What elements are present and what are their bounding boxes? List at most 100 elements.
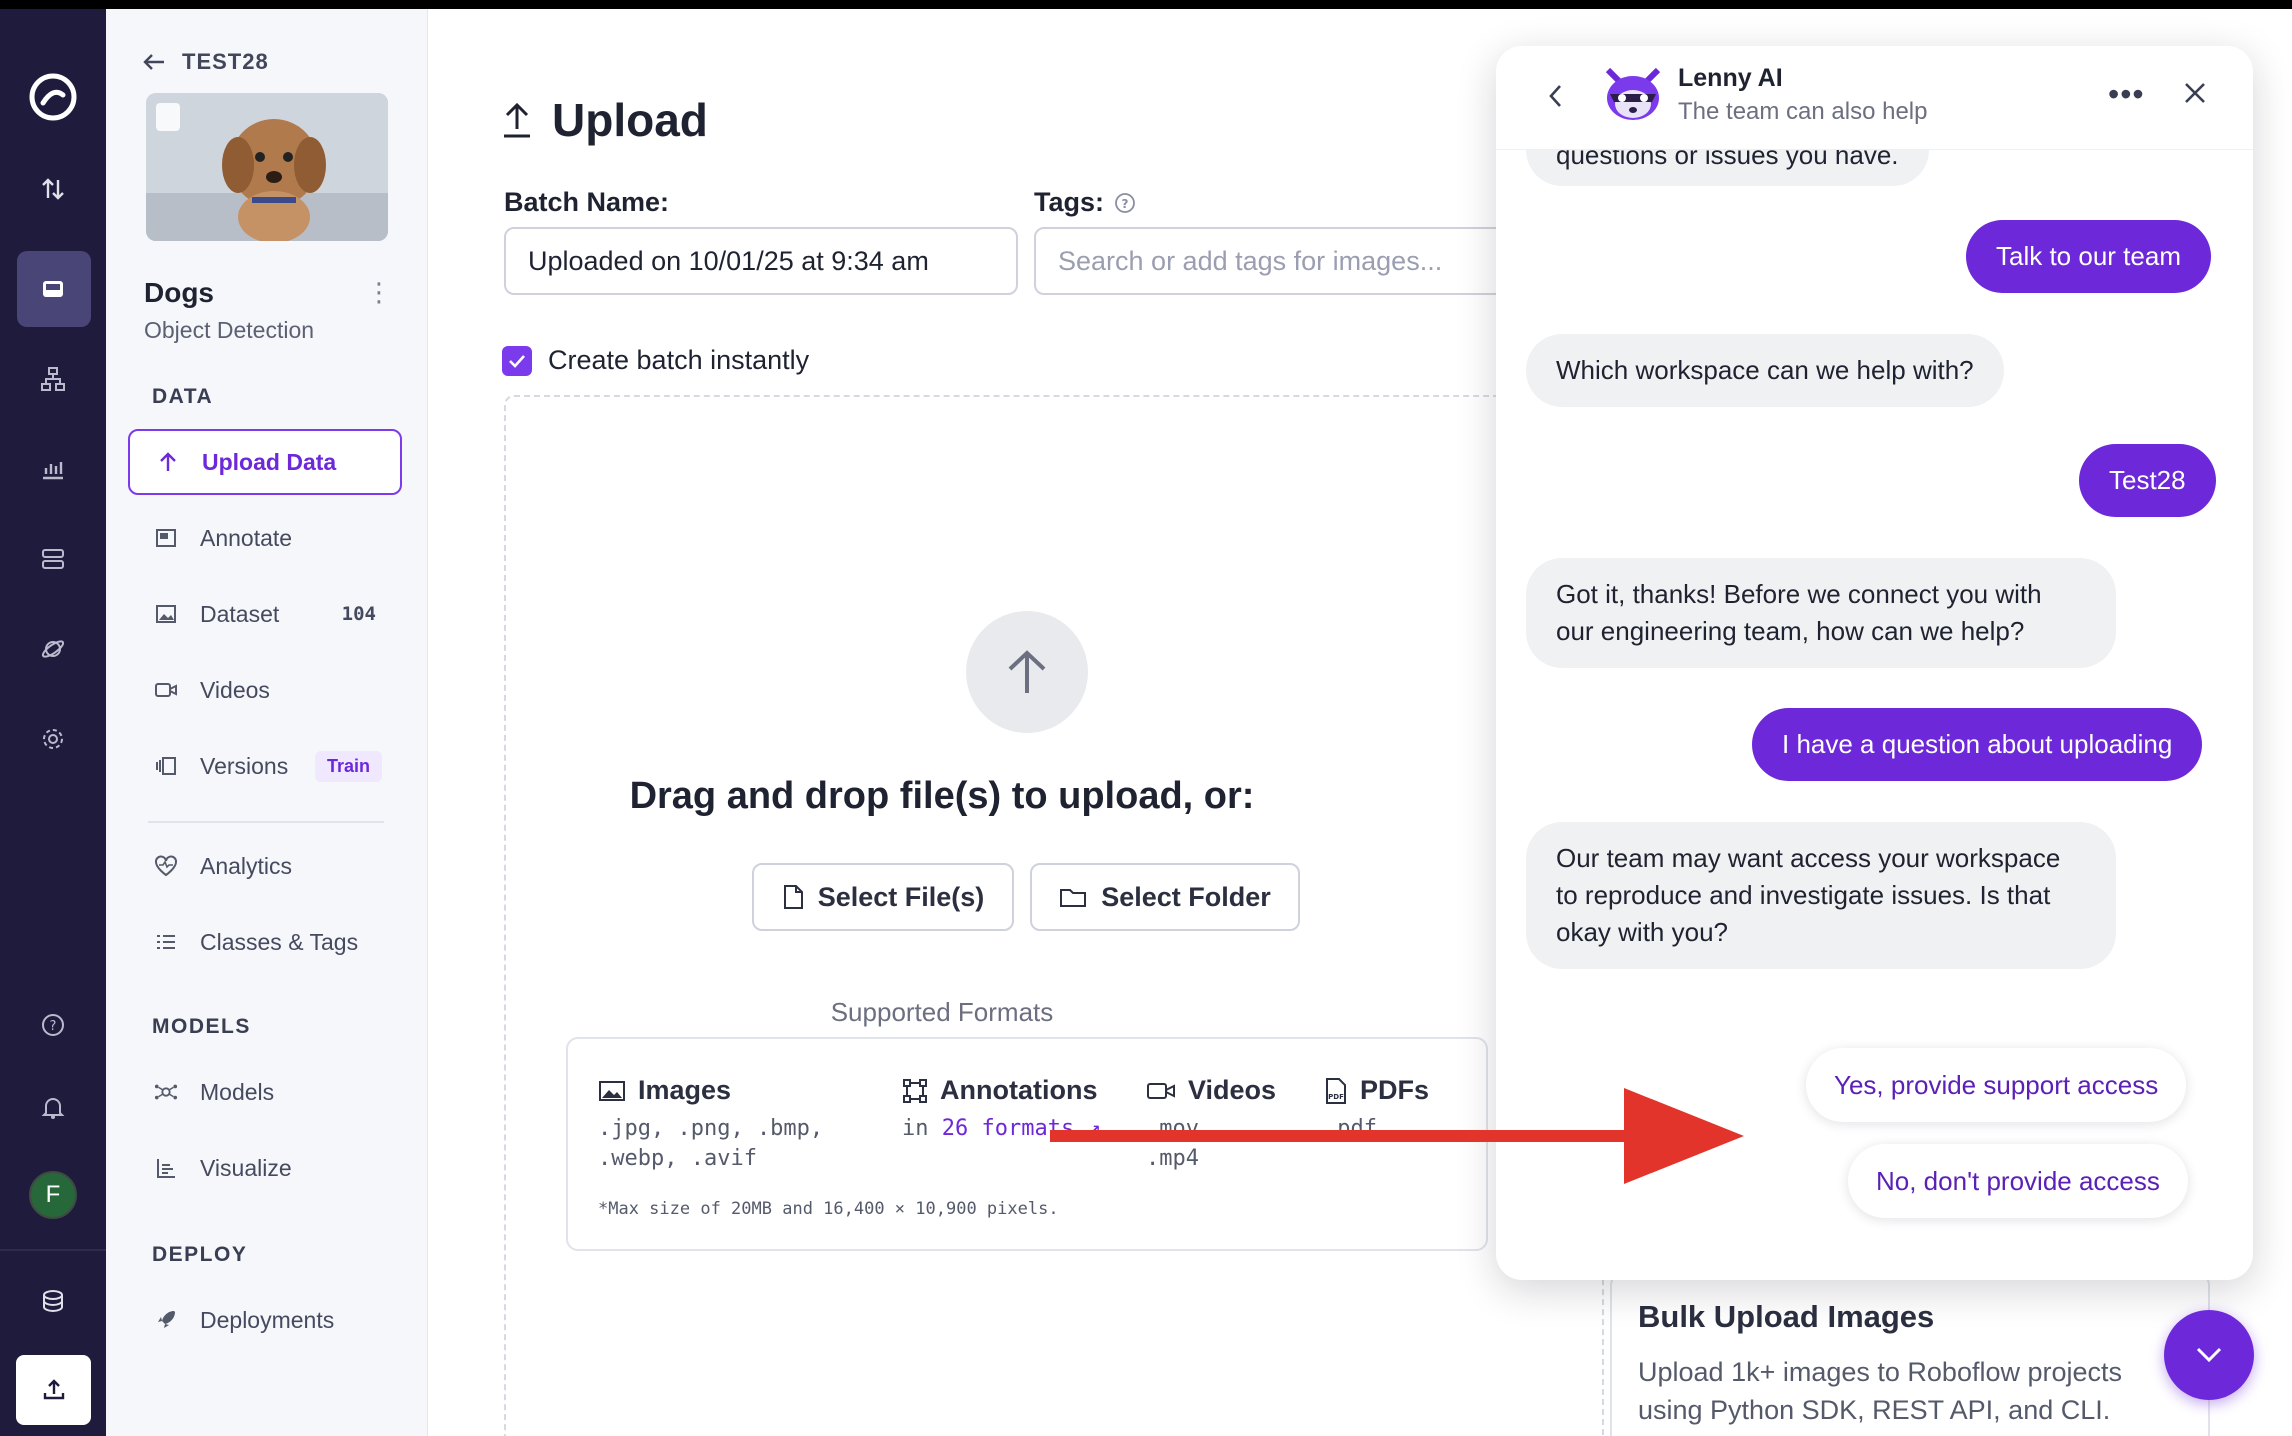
sidebar-item-analytics[interactable]: Analytics <box>128 833 402 899</box>
format-images-title: Images <box>638 1075 732 1105</box>
section-label-models: MODELS <box>152 1015 251 1038</box>
annotate-icon <box>154 526 178 550</box>
sidebar-item-versions[interactable]: Versions Train <box>128 733 402 799</box>
settings-gear-icon[interactable] <box>0 709 106 769</box>
help-circle-icon[interactable]: ? <box>1114 192 1136 214</box>
create-batch-label: Create batch instantly <box>548 345 810 375</box>
bell-icon[interactable] <box>0 1077 106 1137</box>
arrow-left-icon <box>143 54 164 70</box>
chat-toggle-button[interactable] <box>2164 1310 2254 1400</box>
more-options-icon[interactable]: ••• <box>2108 76 2145 113</box>
sidebar-item-videos[interactable]: Videos <box>128 657 402 723</box>
server-icon[interactable] <box>0 529 106 589</box>
sidebar-item-label: Deployments <box>200 1306 335 1333</box>
chat-message-bot: Which workspace can we help with? <box>1526 334 2004 407</box>
tags-label-text: Tags: <box>1034 187 1105 217</box>
drag-drop-text: Drag and drop file(s) to upload, or: <box>629 775 1255 817</box>
dog-photo-image <box>146 93 388 241</box>
avatar-letter: F <box>29 1171 77 1219</box>
chat-agent-name: Lenny AI <box>1678 64 1783 92</box>
no-access-option[interactable]: No, don't provide access <box>1848 1144 2188 1218</box>
chat-message-text: Test28 <box>2109 465 2186 495</box>
section-label-deploy: DEPLOY <box>152 1243 248 1266</box>
select-files-label: Select File(s) <box>817 881 985 912</box>
chart-icon[interactable] <box>0 439 106 499</box>
project-name: Dogs <box>144 277 214 308</box>
sidebar-item-visualize[interactable]: Visualize <box>128 1135 402 1201</box>
sidebar-item-label: Dataset <box>200 600 280 627</box>
sort-arrows-icon[interactable] <box>0 159 106 219</box>
tags-search-input[interactable]: Search or add tags for images... <box>1034 227 1504 295</box>
file-icon <box>783 885 803 909</box>
sidebar-item-dataset[interactable]: Dataset 104 <box>128 581 402 647</box>
chat-message-text: Our team may want access your workspace … <box>1556 843 2061 947</box>
workflow-icon[interactable] <box>0 349 106 409</box>
chat-message-text: I have a question about uploading <box>1782 729 2173 759</box>
bulk-upload-title: Bulk Upload Images <box>1638 1299 1935 1334</box>
versions-stack-icon <box>154 754 178 778</box>
project-menu-kebab-icon[interactable]: ⋮ <box>366 277 392 308</box>
planet-icon[interactable] <box>0 619 106 679</box>
project-type: Object Detection <box>144 317 315 343</box>
sidebar-item-label: Classes & Tags <box>200 928 359 955</box>
batch-name-input[interactable]: Uploaded on 10/01/25 at 9:34 am <box>504 227 1018 295</box>
svg-text:?: ? <box>50 1019 57 1034</box>
sidebar-item-deployments[interactable]: Deployments <box>128 1287 402 1353</box>
sidebar-item-classes-tags[interactable]: Classes & Tags <box>128 909 402 975</box>
heart-pulse-icon <box>154 854 178 878</box>
rocket-icon <box>154 1308 178 1332</box>
sidebar-item-label: Analytics <box>200 852 293 879</box>
sidebar-item-label: Videos <box>200 676 270 703</box>
format-images: Images .jpg, .png, .bmp, .webp, .avif <box>598 1075 823 1174</box>
image-icon <box>154 602 178 626</box>
rail-divider <box>0 1249 106 1251</box>
sidebar-item-label: Visualize <box>200 1154 292 1181</box>
sidebar-item-models[interactable]: Models <box>128 1059 402 1125</box>
select-folder-button[interactable]: Select Folder <box>1030 863 1300 931</box>
project-sidebar: TEST28 Dogs Object Detection ⋮ DATA Uplo… <box>106 9 428 1436</box>
video-camera-icon <box>154 678 178 702</box>
batch-name-value: Uploaded on 10/01/25 at 9:34 am <box>528 245 929 276</box>
svg-text:?: ? <box>1122 197 1129 211</box>
annotations-prefix: in <box>902 1116 942 1141</box>
upload-arrow-circle-icon <box>966 611 1088 733</box>
bounding-box-icon <box>903 1078 927 1103</box>
chat-message-user: Test28 <box>2079 444 2216 517</box>
credits-coins-icon[interactable] <box>0 1271 106 1331</box>
tags-label: Tags: ? <box>1034 187 1136 218</box>
checkbox-checked-icon[interactable] <box>502 345 532 376</box>
create-batch-checkbox[interactable]: Create batch instantly <box>502 345 809 376</box>
roboflow-logo-icon[interactable] <box>0 67 106 127</box>
supported-formats-heading: Supported Formats <box>830 997 1054 1027</box>
sidebar-item-upload-data[interactable]: Upload Data <box>128 429 402 495</box>
rail-upload-button[interactable] <box>16 1355 91 1425</box>
select-folder-label: Select Folder <box>1101 881 1271 912</box>
lock-icon <box>156 103 180 131</box>
arrow-up-icon <box>156 450 180 474</box>
close-icon[interactable] <box>2182 80 2208 106</box>
bulk-upload-card[interactable]: Bulk Upload Images Upload 1k+ images to … <box>1610 1273 2210 1436</box>
bulk-upload-description: Upload 1k+ images to Roboflow projects u… <box>1638 1357 2123 1425</box>
window-top-border <box>0 0 2292 9</box>
data-inbox-icon[interactable] <box>0 251 106 327</box>
option-label: Yes, provide support access <box>1834 1069 2159 1100</box>
project-thumbnail[interactable] <box>146 93 388 241</box>
page-title-text: Upload <box>552 94 708 146</box>
back-to-workspace[interactable]: TEST28 <box>142 49 269 75</box>
user-avatar[interactable]: F <box>0 1165 106 1225</box>
folder-icon <box>1060 889 1087 907</box>
upload-icon <box>43 1379 64 1400</box>
option-label: No, don't provide access <box>1876 1165 2160 1196</box>
sidebar-item-annotate[interactable]: Annotate <box>128 505 402 571</box>
sidebar-item-label: Versions <box>200 752 289 779</box>
models-network-icon <box>154 1080 178 1104</box>
yes-support-access-option[interactable]: Yes, provide support access <box>1806 1048 2187 1122</box>
select-files-button[interactable]: Select File(s) <box>752 863 1014 931</box>
chevron-left-icon[interactable] <box>1546 82 1566 110</box>
chat-message-user: Talk to our team <box>1966 220 2211 293</box>
help-icon[interactable]: ? <box>0 995 106 1055</box>
chat-agent-subtitle: The team can also help <box>1678 98 1928 125</box>
chat-message-bot: Our team may want access your workspace … <box>1526 822 2116 969</box>
batch-name-label: Batch Name: <box>504 187 670 217</box>
train-badge[interactable]: Train <box>314 750 382 782</box>
